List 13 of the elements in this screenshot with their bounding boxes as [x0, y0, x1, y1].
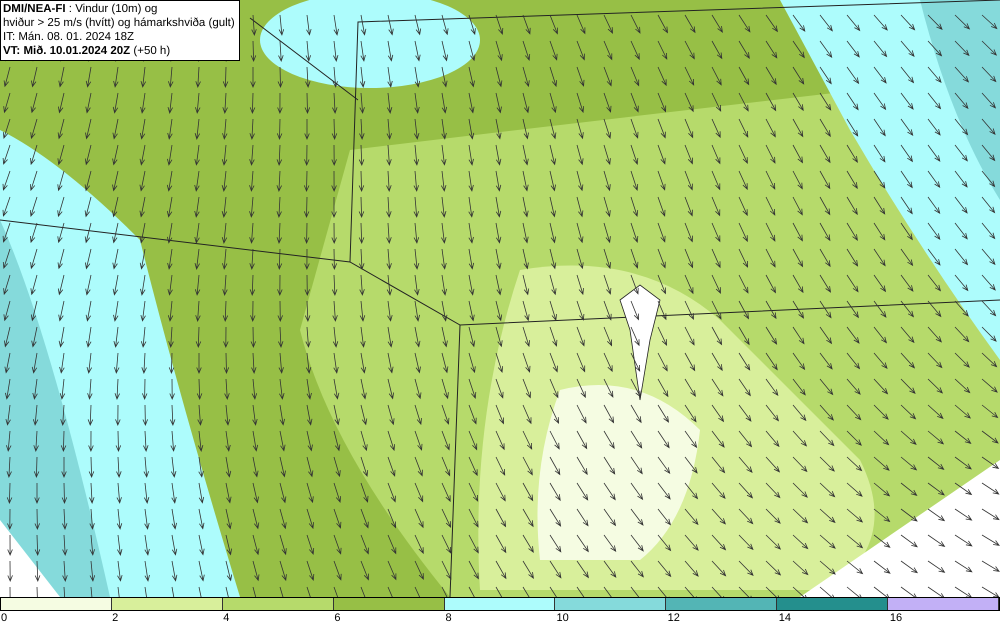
title-line: hviður > 25 m/s (hvítt) og hámarkshviða (gult)	[3, 16, 235, 30]
scale-label: 6	[333, 611, 340, 625]
scale-label: 16	[888, 611, 902, 625]
scale-label: 4	[222, 611, 230, 625]
title-line: VT: Mið. 10.01.2024 20Z (+50 h)	[3, 44, 172, 58]
scale-label: 10	[556, 611, 569, 625]
scale-label: 14	[778, 611, 792, 625]
title-line: DMI/NEA-FI : Vindur (10m) og	[3, 2, 158, 16]
scale-label: 8	[444, 611, 452, 625]
scale-label: 12	[666, 611, 680, 625]
scale-label: 0	[0, 611, 8, 625]
scale-label: 2	[111, 611, 118, 625]
title-line: IT: Mán. 08. 01. 2024 18Z	[3, 30, 136, 44]
